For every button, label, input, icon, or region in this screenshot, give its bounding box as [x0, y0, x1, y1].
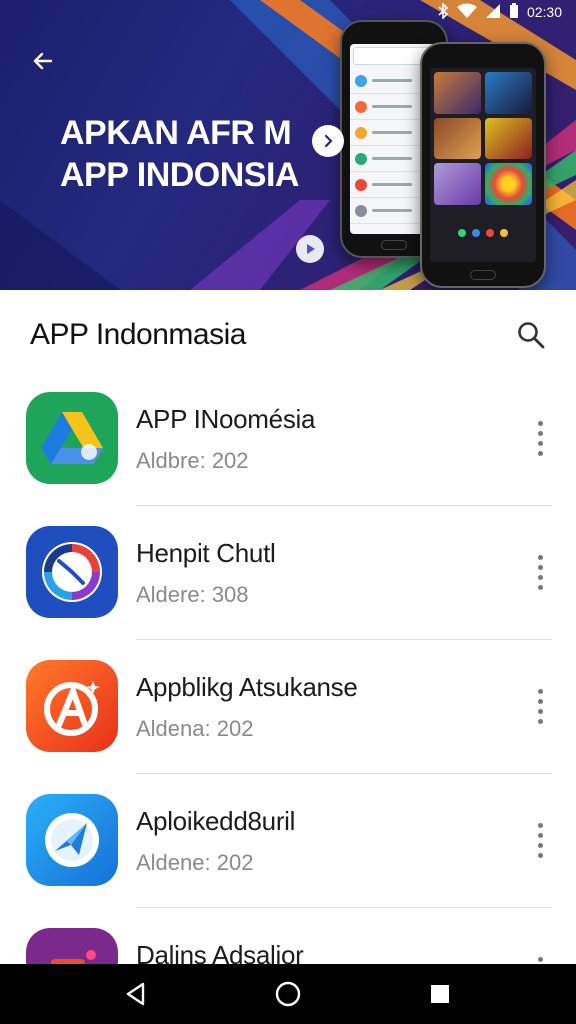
list-item[interactable]: Henpit Chutl Aldere: 308 — [0, 506, 576, 640]
battery-icon — [509, 2, 519, 22]
hero-play-button[interactable] — [296, 235, 324, 263]
status-time: 02:30 — [526, 4, 562, 20]
system-nav-bar — [0, 964, 576, 1024]
letter-a-icon — [26, 660, 118, 752]
hero-title-line1: APKAN AFR M — [60, 114, 292, 152]
app-list: APP INoomésia Aldbre: 202 Henpit Chutl A… — [0, 372, 576, 1024]
hero-banner: 02:30 APKAN AFR M APP INDONSIA — [0, 0, 576, 290]
page-title: APP Indonmasia — [30, 318, 246, 351]
hero-title: APKAN AFR M APP INDONSIA — [60, 112, 299, 196]
signal-icon — [485, 3, 501, 22]
nav-recents-button[interactable] — [420, 974, 460, 1014]
search-icon — [518, 322, 545, 349]
more-options-button[interactable] — [526, 410, 554, 466]
hero-next-button[interactable] — [312, 125, 344, 157]
recents-square-icon — [431, 985, 449, 1003]
search-button[interactable] — [512, 316, 550, 354]
list-item[interactable]: APP INoomésia Aldbre: 202 — [0, 372, 576, 506]
chevron-right-icon — [324, 134, 333, 148]
app-meta: Aldena: 202 — [136, 716, 254, 741]
back-button[interactable] — [26, 44, 60, 78]
more-options-button[interactable] — [526, 812, 554, 868]
nav-home-button[interactable] — [268, 974, 308, 1014]
app-meta: Aldbre: 202 — [136, 448, 249, 473]
status-bar: 02:30 — [437, 0, 576, 24]
play-icon — [307, 244, 315, 254]
phone-screen-dark — [430, 68, 536, 262]
app-name: APP INoomésia — [136, 404, 316, 434]
app-meta: Aldene: 202 — [136, 850, 254, 875]
more-options-button[interactable] — [526, 678, 554, 734]
list-item[interactable]: Aploikedd8uril Aldene: 202 — [0, 774, 576, 908]
compass-clock-icon — [26, 526, 118, 618]
wifi-icon — [456, 3, 477, 22]
phone-mockup-dark — [420, 42, 546, 288]
app-name: Appblikg Atsukanse — [136, 672, 358, 702]
app-name: Henpit Chutl — [136, 538, 276, 568]
app-meta: Aldere: 308 — [136, 582, 249, 607]
bluetooth-icon — [437, 1, 449, 22]
app-name: Aploikedd8uril — [136, 806, 296, 836]
home-circle-icon — [275, 981, 301, 1007]
drive-like-icon — [26, 392, 118, 484]
back-triangle-icon — [126, 982, 145, 1006]
more-options-button[interactable] — [526, 544, 554, 600]
hero-title-line2: APP INDONSIA — [60, 156, 299, 194]
nav-back-button[interactable] — [116, 974, 156, 1014]
paper-plane-icon — [26, 794, 118, 886]
arrow-left-icon — [33, 52, 53, 70]
list-item[interactable]: Appblikg Atsukanse Aldena: 202 — [0, 640, 576, 774]
